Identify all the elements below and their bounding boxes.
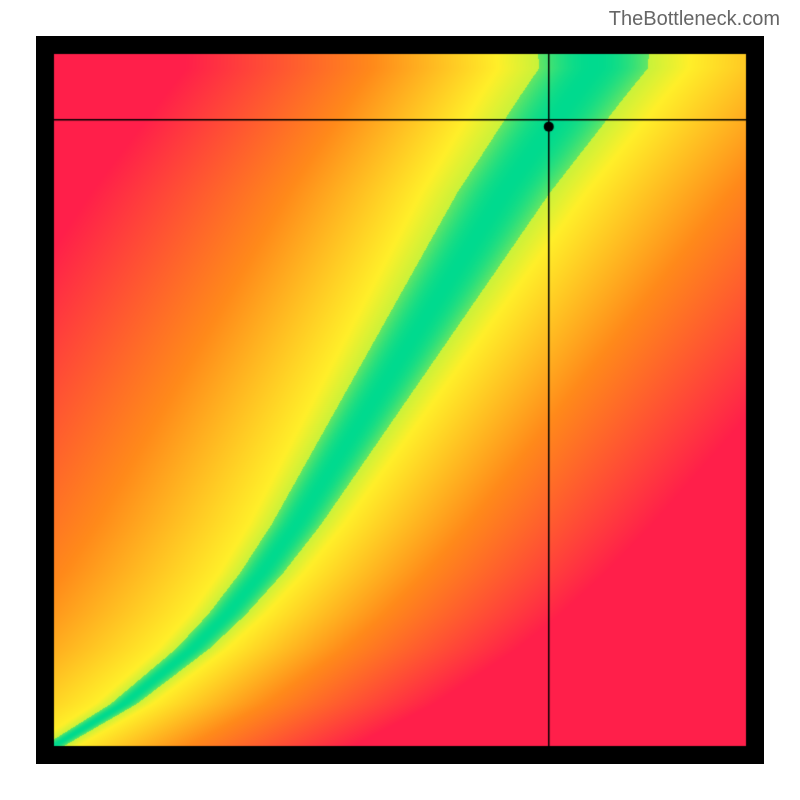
chart-container: TheBottleneck.com bbox=[0, 0, 800, 800]
watermark-text: TheBottleneck.com bbox=[609, 8, 780, 31]
heatmap-canvas bbox=[36, 36, 764, 764]
plot-area bbox=[36, 36, 764, 764]
